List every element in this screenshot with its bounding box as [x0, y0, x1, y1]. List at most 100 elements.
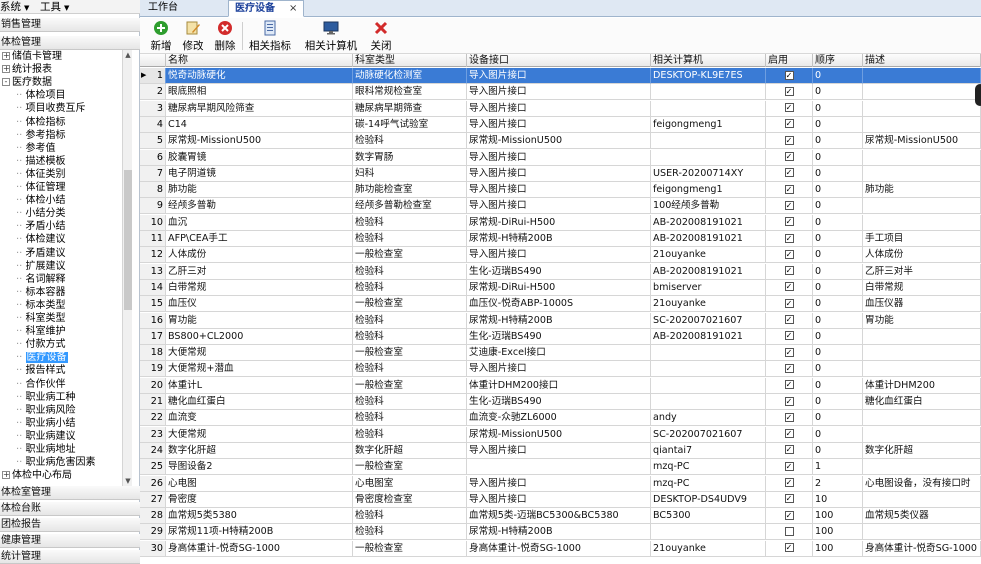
- nav-section-stats[interactable]: 统计管理: [0, 550, 140, 564]
- cell-dept-type[interactable]: 数字化肝超: [353, 442, 467, 459]
- cell-dept-type[interactable]: 一般检查室: [353, 377, 467, 394]
- cell-interface[interactable]: 导入图片接口: [467, 198, 651, 215]
- cell-dept-type[interactable]: 数字胃肠: [353, 149, 467, 166]
- cell-interface[interactable]: 尿常规-DiRui-H500: [467, 279, 651, 296]
- cell-dept-type[interactable]: 一般检查室: [353, 540, 467, 557]
- cell-computer[interactable]: AB-202008191021: [651, 328, 766, 345]
- menu-tools[interactable]: 工具 ▼: [40, 0, 69, 14]
- enabled-checkbox[interactable]: ✓: [784, 510, 794, 520]
- cell-description[interactable]: [863, 84, 981, 101]
- cell-name[interactable]: BS800+CL2000: [166, 328, 353, 345]
- menu-system[interactable]: 系统 ▼: [0, 0, 29, 14]
- cell-order[interactable]: 0: [813, 116, 863, 133]
- cell-interface[interactable]: 生化-迈瑞BS490: [467, 328, 651, 345]
- cell-order[interactable]: 100: [813, 524, 863, 541]
- enabled-checkbox[interactable]: ✓: [784, 396, 794, 406]
- cell-order[interactable]: 0: [813, 100, 863, 117]
- table-row[interactable]: 5 尿常规-MissionU500 检验科 尿常规-MissionU500 0 尿常规-M…: [140, 133, 981, 150]
- cell-dept-type[interactable]: 检验科: [353, 328, 467, 345]
- cell-interface[interactable]: 尿常规-H特精200B: [467, 524, 651, 541]
- cell-computer[interactable]: feigongmeng1: [651, 116, 766, 133]
- cell-description[interactable]: [863, 410, 981, 427]
- cell-description[interactable]: 心电图设备，没有接口时: [863, 475, 981, 492]
- cell-name[interactable]: 大便常规: [166, 426, 353, 443]
- cell-dept-type[interactable]: 碳-14呼气试验室: [353, 116, 467, 133]
- cell-dept-type[interactable]: 检验科: [353, 524, 467, 541]
- cell-description[interactable]: [863, 198, 981, 215]
- cell-description[interactable]: 血常规5类仪器: [863, 508, 981, 525]
- cell-description[interactable]: 肺功能: [863, 182, 981, 199]
- table-row[interactable]: 30 身高体重计-悦奇SG-1000 一般检查室 身高体重计-悦奇SG-1000 21o…: [140, 540, 981, 557]
- nav-tree-item[interactable]: + 体检中心布局: [2, 469, 72, 482]
- nav-section-ledger[interactable]: 体检台账: [0, 502, 140, 516]
- nav-section-examroom[interactable]: 体检室管理: [0, 486, 140, 500]
- cell-description[interactable]: [863, 361, 981, 378]
- cell-name[interactable]: 尿常规-MissionU500: [166, 133, 353, 150]
- nav-tree-item[interactable]: ·· 体征类别: [16, 168, 66, 181]
- enabled-checkbox[interactable]: ✓: [784, 298, 794, 308]
- cell-dept-type[interactable]: 检验科: [353, 508, 467, 525]
- table-row[interactable]: 24 数字化肝超 数字化肝超 导入图片接口 qiantai7 0 数字化肝超 ✓: [140, 442, 981, 459]
- cell-computer[interactable]: [651, 345, 766, 362]
- cell-computer[interactable]: qiantai7: [651, 442, 766, 459]
- cell-dept-type[interactable]: 检验科: [353, 263, 467, 280]
- cell-interface[interactable]: 尿常规-DiRui-H500: [467, 214, 651, 231]
- enabled-checkbox[interactable]: ✓: [784, 103, 794, 113]
- cell-name[interactable]: C14: [166, 116, 353, 133]
- cell-description[interactable]: 体重计DHM200: [863, 377, 981, 394]
- cell-interface[interactable]: 血流变-众驰ZL6000: [467, 410, 651, 427]
- nav-tree-item[interactable]: ·· 标本容器: [16, 286, 66, 299]
- cell-order[interactable]: 0: [813, 214, 863, 231]
- nav-tree-item[interactable]: + 储值卡管理: [2, 50, 62, 63]
- cell-interface[interactable]: 体重计DHM200接口: [467, 377, 651, 394]
- cell-name[interactable]: 血常规5类5380: [166, 508, 353, 525]
- nav-section-health[interactable]: 健康管理: [0, 534, 140, 548]
- cell-computer[interactable]: [651, 377, 766, 394]
- cell-computer[interactable]: BC5300: [651, 508, 766, 525]
- scroll-handle[interactable]: [975, 84, 981, 106]
- cell-description[interactable]: [863, 426, 981, 443]
- cell-dept-type[interactable]: 一般检查室: [353, 296, 467, 313]
- cell-order[interactable]: 100: [813, 508, 863, 525]
- nav-section-sales[interactable]: 销售管理: [0, 18, 140, 32]
- cell-computer[interactable]: 21ouyanke: [651, 296, 766, 313]
- nav-tree-item[interactable]: ·· 名词解释: [16, 273, 66, 286]
- cell-dept-type[interactable]: 动脉硬化检测室: [353, 68, 467, 84]
- cell-order[interactable]: 0: [813, 247, 863, 264]
- cell-dept-type[interactable]: 妇科: [353, 165, 467, 182]
- enabled-checkbox[interactable]: ✓: [784, 445, 794, 455]
- enabled-checkbox[interactable]: ✓: [784, 412, 794, 422]
- cell-description[interactable]: 手工项目: [863, 231, 981, 247]
- cell-dept-type[interactable]: 一般检查室: [353, 459, 467, 476]
- cell-order[interactable]: 0: [813, 312, 863, 329]
- nav-tree-item[interactable]: ·· 体检项目: [16, 89, 66, 102]
- cell-interface[interactable]: 血压仪-悦奇ABP-1000S: [467, 296, 651, 313]
- cell-order[interactable]: 0: [813, 68, 863, 84]
- cell-name[interactable]: AFP\CEA手工: [166, 231, 353, 247]
- cell-name[interactable]: 大便常规: [166, 345, 353, 362]
- table-row[interactable]: 6 胶囊胃镜 数字胃肠 导入图片接口 0 ✓: [140, 149, 981, 166]
- cell-dept-type[interactable]: 一般检查室: [353, 247, 467, 264]
- cell-dept-type[interactable]: 检验科: [353, 361, 467, 378]
- table-row[interactable]: 17 BS800+CL2000 检验科 生化-迈瑞BS490 AB-2020081910…: [140, 328, 981, 345]
- collapse-icon[interactable]: -: [2, 78, 10, 87]
- edit-button[interactable]: 修改: [180, 20, 206, 52]
- cell-description[interactable]: [863, 149, 981, 166]
- nav-tree-item[interactable]: ·· 标本类型: [16, 299, 66, 312]
- table-row[interactable]: 28 血常规5类5380 检验科 血常规5类-迈瑞BC5300&BC5380 BC530…: [140, 508, 981, 525]
- cell-order[interactable]: 0: [813, 394, 863, 410]
- cell-name[interactable]: 血压仪: [166, 296, 353, 313]
- table-row[interactable]: 14 白带常规 检验科 尿常规-DiRui-H500 bmiserver 0 白带常规 ✓: [140, 279, 981, 296]
- nav-tree-item[interactable]: ·· 科室类型: [16, 312, 66, 325]
- cell-interface[interactable]: 导入图片接口: [467, 84, 651, 101]
- nav-tree-item[interactable]: ·· 职业病建议: [16, 430, 76, 443]
- cell-name[interactable]: 胶囊胃镜: [166, 149, 353, 166]
- cell-computer[interactable]: [651, 149, 766, 166]
- cell-dept-type[interactable]: 检验科: [353, 426, 467, 443]
- cell-dept-type[interactable]: 检验科: [353, 133, 467, 150]
- enabled-checkbox[interactable]: ✓: [784, 266, 794, 276]
- nav-tree-item[interactable]: ·· 付款方式: [16, 338, 66, 351]
- cell-description[interactable]: 白带常规: [863, 279, 981, 296]
- nav-tree-item[interactable]: ·· 科室维护: [16, 325, 66, 338]
- table-row[interactable]: 16 胃功能 检验科 尿常规-H特精200B SC-202007021607 0 胃功能 ✓: [140, 312, 981, 329]
